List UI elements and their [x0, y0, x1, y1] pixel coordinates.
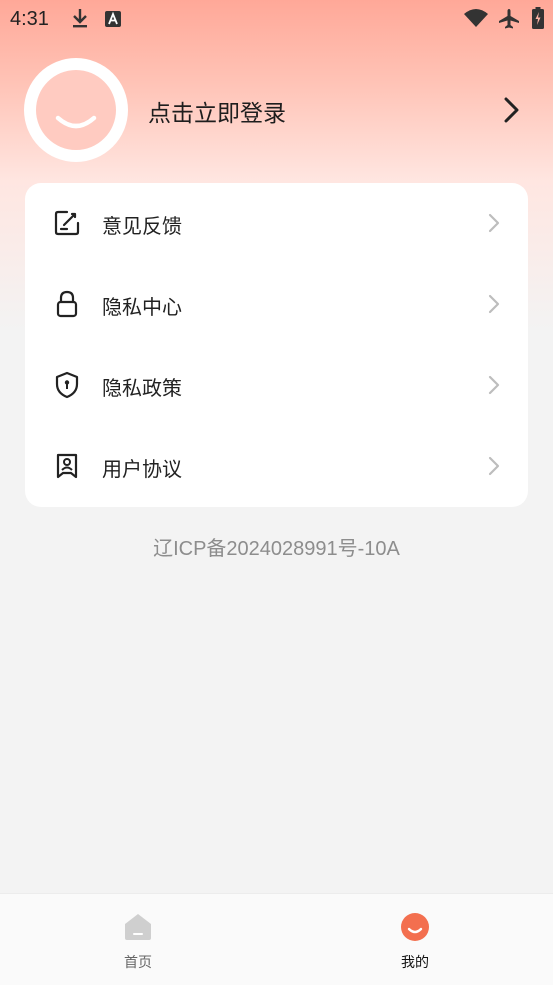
smile-icon: [400, 912, 430, 946]
chevron-right-icon: [488, 294, 500, 318]
home-icon: [123, 912, 153, 946]
battery-icon: [532, 7, 544, 34]
download-icon: [70, 7, 90, 34]
smile-icon: [55, 115, 97, 129]
tab-home[interactable]: 首页: [68, 894, 208, 985]
chevron-right-icon[interactable]: [502, 96, 522, 128]
lock-icon: [53, 290, 81, 318]
avatar[interactable]: [24, 58, 128, 162]
shield-icon: [53, 371, 81, 399]
menu-item-label: 隐私政策: [102, 376, 182, 400]
user-agreement-icon: [53, 452, 81, 480]
avatar-face: [36, 70, 116, 150]
menu-item-label: 隐私中心: [102, 295, 182, 319]
menu-item-label: 用户协议: [102, 457, 182, 481]
status-time: 4:31: [10, 8, 49, 30]
airplane-icon: [498, 8, 520, 35]
menu-item-user-agreement[interactable]: 用户协议: [25, 426, 528, 507]
chevron-right-icon: [488, 213, 500, 237]
menu-item-privacy-policy[interactable]: 隐私政策: [25, 345, 528, 426]
login-prompt[interactable]: 点击立即登录: [148, 94, 286, 128]
settings-menu-card: 意见反馈 隐私中心 隐私政策 用户协议: [25, 183, 528, 507]
icp-license-text[interactable]: 辽ICP备2024028991号-10A: [0, 532, 553, 561]
tab-label: 我的: [401, 955, 429, 971]
font-a-icon: [105, 10, 121, 32]
status-bar: 4:31: [0, 0, 553, 38]
menu-item-privacy-center[interactable]: 隐私中心: [25, 264, 528, 345]
tab-mine[interactable]: 我的: [345, 894, 485, 985]
bottom-tab-bar: 首页 我的: [0, 893, 553, 985]
tab-label: 首页: [124, 955, 152, 971]
chevron-right-icon: [488, 456, 500, 480]
chevron-right-icon: [488, 375, 500, 399]
feedback-edit-icon: [53, 209, 81, 237]
menu-item-label: 意见反馈: [102, 214, 182, 238]
menu-item-feedback[interactable]: 意见反馈: [25, 183, 528, 264]
profile-login-row[interactable]: 点击立即登录: [24, 58, 529, 162]
wifi-icon: [464, 9, 488, 32]
